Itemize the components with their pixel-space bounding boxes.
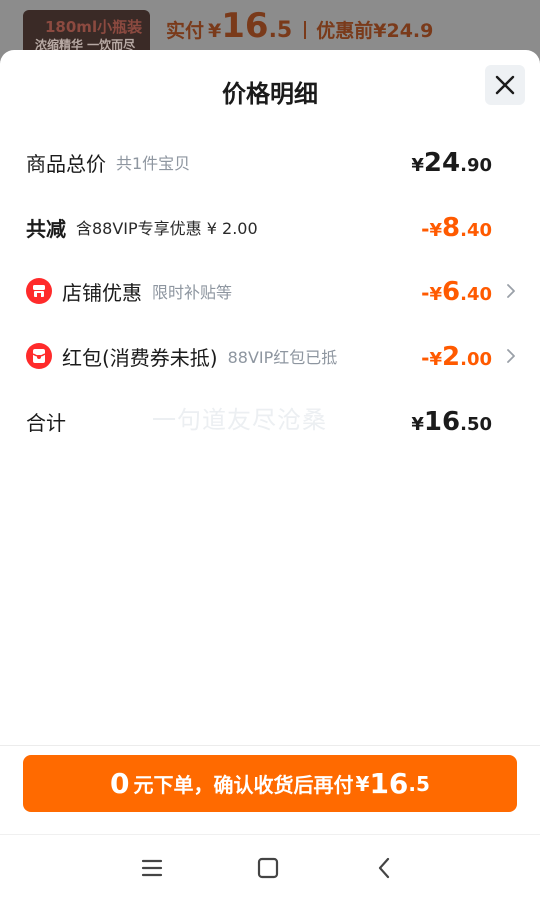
sheet-title: 价格明细 [222,80,318,108]
amount-sign: - [421,346,430,370]
pay-dec: .5 [408,771,430,796]
row-amount: - ¥8.40 [421,207,492,247]
row-amount: ¥24.90 [411,142,492,182]
shop-icon [26,278,52,304]
row-shop-discount[interactable]: 店铺优惠 限时补贴等 - ¥6.40 [26,271,516,311]
pay-button[interactable]: 0 元下单，确认收货后再付 ¥16.5 [23,755,517,812]
amount-int: 6 [442,277,461,307]
original-price: ¥24.9 [373,20,434,42]
amount-currency: ¥ [429,284,443,305]
amount-currency: ¥ [411,155,424,176]
red-packet-icon [26,343,52,369]
row-amount: - ¥6.40 [421,271,492,311]
amount-int: 8 [442,213,461,243]
close-button[interactable] [485,65,525,105]
pay-int: 16 [369,767,409,800]
row-goods-total: 商品总价 共1件宝贝 ¥24.90 [26,142,516,182]
menu-button[interactable] [137,853,167,883]
row-red-packet[interactable]: 红包(消费券未抵) 88VIP红包已抵 - ¥2.00 [26,336,516,376]
back-icon [378,857,390,879]
row-sub: 限时补贴等 [152,283,233,302]
amount-sign: - [421,217,430,241]
original-label: 优惠前 [316,20,374,42]
row-amount: ¥16.50 [411,401,492,441]
thumbnail-text-1: 180ml小瓶装 [45,18,143,36]
paid-currency: ¥ [208,20,222,42]
amount-int: 24 [423,148,461,178]
menu-icon [141,859,163,877]
price-separator [304,21,307,39]
paid-dec: .5 [268,18,293,43]
row-label: 共减 [26,216,66,241]
home-icon [257,857,279,879]
pay-zero: 0 [110,767,130,800]
pay-text: 元下单，确认收货后再付 [133,773,354,797]
amount-int: 2 [442,342,461,372]
divider [0,745,540,746]
chevron-right-icon [507,349,515,363]
watermark: 一句道友尽沧桑 [152,406,327,434]
amount-currency: ¥ [429,220,443,241]
amount-dec: .50 [460,414,492,435]
amount-dec: .00 [460,349,492,370]
row-sub: 88VIP红包已抵 [227,348,338,367]
row-total-discount: 共减 含88VIP专享优惠 ¥ 2.00 - ¥8.40 [26,207,516,247]
back-button[interactable] [369,853,399,883]
row-amount: - ¥2.00 [421,336,492,376]
price-detail-sheet: 价格明细 商品总价 共1件宝贝 ¥24.90 共减 含88VIP专享优惠 ¥ 2… [0,50,540,900]
paid-label: 实付 [166,20,205,42]
background-price: 实付 ¥16.5 优惠前¥24.9 [166,6,433,46]
row-label: 店铺优惠 [62,280,142,305]
chevron-right-icon [507,284,515,298]
amount-int: 16 [423,407,461,437]
row-sub: 含88VIP专享优惠 ¥ 2.00 [76,219,258,238]
system-navbar [0,834,540,900]
amount-dec: .40 [460,284,492,305]
amount-dec: .40 [460,220,492,241]
row-sub: 共1件宝贝 [116,154,191,173]
pay-currency: ¥ [355,771,370,796]
row-label: 红包(消费券未抵) [62,345,218,370]
row-label: 合计 [26,410,66,435]
close-icon [495,75,515,95]
amount-sign: - [421,281,430,305]
paid-int: 16 [221,6,269,46]
row-label: 商品总价 [26,151,106,176]
amount-dec: .90 [460,155,492,176]
home-button[interactable] [253,853,283,883]
amount-currency: ¥ [429,349,443,370]
amount-currency: ¥ [411,414,424,435]
